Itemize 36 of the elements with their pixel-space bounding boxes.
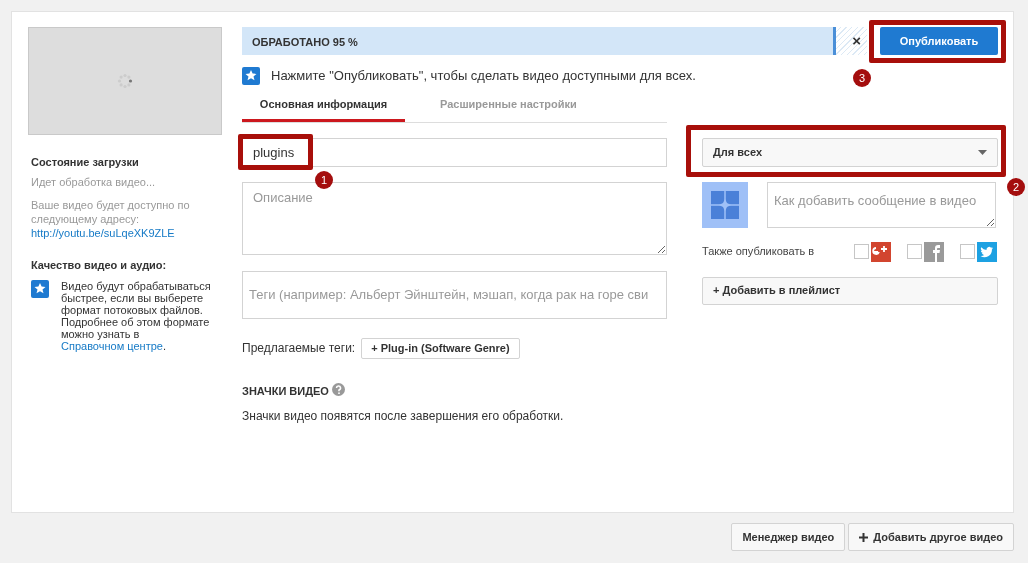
bird-icon[interactable] [977,241,997,262]
thumbnails-note: Значки видео появятся после завершения его обработки. [242,408,565,425]
help-center-link[interactable]: Справочном центре [61,339,163,352]
thumbnails-title: ЗНАЧКИ ВИДЕО [242,383,329,399]
privacy-select[interactable]: Для всех [702,137,998,167]
dropdown-arrow-icon [978,149,987,155]
quality-title: Качество видео и аудио: [31,258,168,273]
video-manager-button[interactable]: Менеджер видео [731,523,846,551]
availability-note: Ваше видео будет доступно по следующему адресу: [31,198,191,226]
google-plus-icon[interactable] [871,241,891,262]
number-badge: 2 [1007,177,1025,196]
facebook-icon[interactable] [924,241,944,262]
message-field[interactable]: Как добавить сообщение в видео [767,181,996,228]
add-video-button[interactable]: Добавить другое видео [848,523,1014,551]
checkbox[interactable] [907,244,922,259]
quality-note: Видео будут обрабатываться быстрее, если вы выберете формат потоковых файлов. Подробнее об этом формате можно узнать в Справочном центре. [61,279,212,352]
number-badge: 3 [853,69,871,87]
tab[interactable]: Основная информация [242,89,405,122]
avatar-icon [702,181,748,228]
video-link[interactable]: http://youtu.be/suLqeXK9ZLE [31,226,222,240]
upload-status-title: Состояние загрузки [31,155,140,170]
checkbox[interactable] [960,244,975,259]
share-label: Также опубликовать в [702,244,816,260]
loading-spinner-icon [117,73,133,89]
publish-hint: Нажмите "Опубликовать", чтобы сделать видео доступными для всех. [271,67,696,85]
publish-button[interactable]: Опубликовать [880,27,998,55]
help-icon[interactable] [331,383,345,396]
upload-status: Идет обработка видео... [31,174,157,190]
add-to-playlist-button[interactable]: + Добавить в плейлист [702,276,998,305]
close-button[interactable]: × [852,31,861,51]
plus-icon [859,532,869,542]
tags-field[interactable]: Теги (например: Альберт Эйнштейн, мэшап, когда рак на горе сви [242,270,667,319]
progress-label: ОБРАБОТАНО 95 % [252,35,358,50]
suggested-tag[interactable]: + Plug-in (Software Genre) [361,337,520,359]
suggested-tags-label: Предлагаемые теги: [242,340,356,357]
checkbox[interactable] [854,244,869,259]
